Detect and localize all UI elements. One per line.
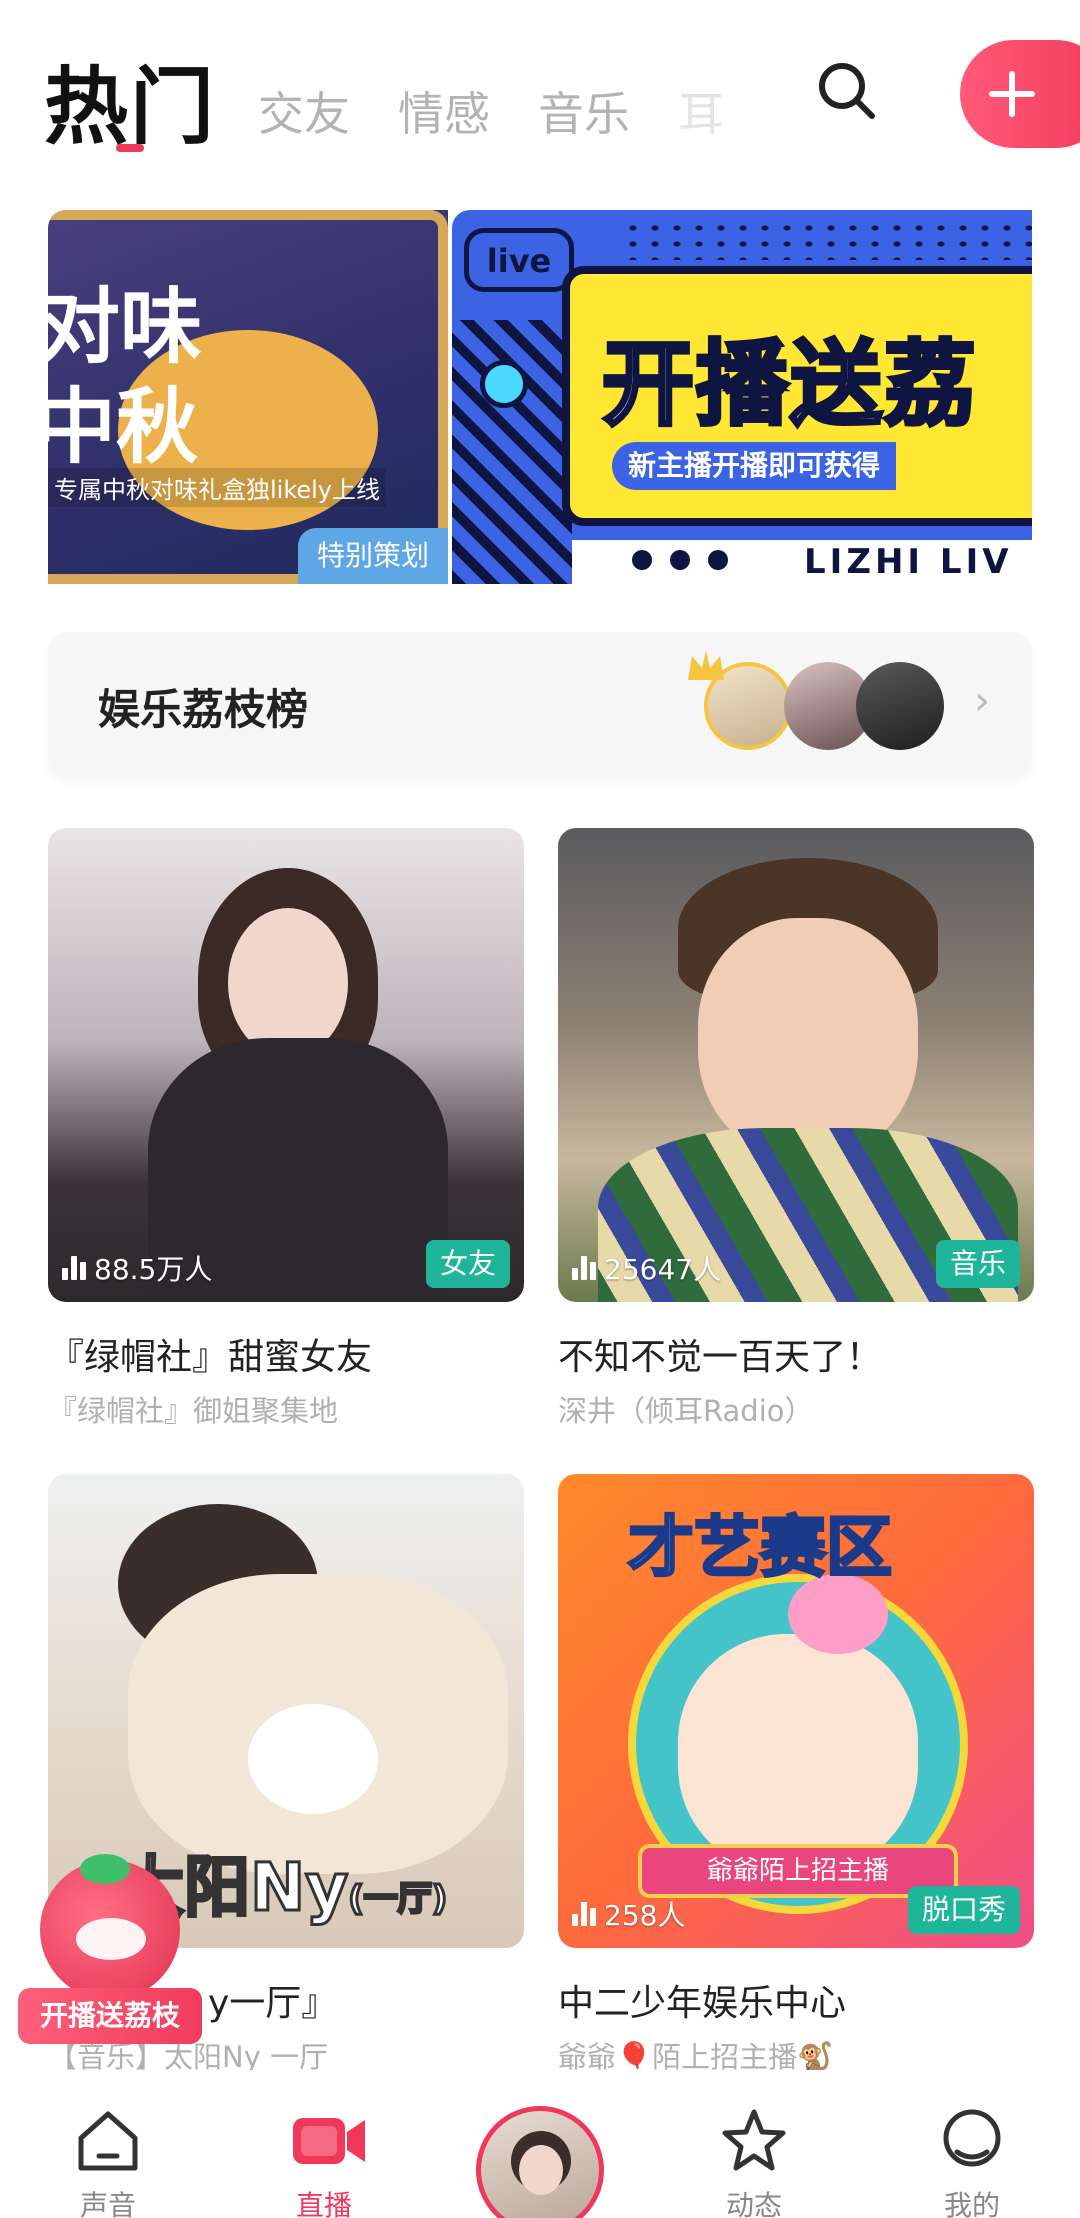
plus-icon [989,71,1035,117]
face-shape [228,908,348,1058]
nav-label: 我的 [943,2189,1000,2218]
tab-music[interactable]: 音乐 [538,78,630,144]
chevron-right-icon: › [974,678,990,724]
active-tab-indicator [116,144,144,152]
room-title: 不知不觉一百天了！ [558,1337,883,1378]
signal-bars-icon [572,1902,596,1926]
avatar[interactable] [856,662,944,750]
nav-label: 直播 [295,2189,352,2218]
nav-dynamic[interactable]: 动态 [684,2070,824,2218]
banner-right-subtitle: 新主播开播即可获得 [612,442,897,490]
nav-mine[interactable]: 我的 [902,2070,1042,2218]
start-live-float-button[interactable]: 开播送荔枝 [18,1854,202,2050]
bottom-navigation: 声音 直播 动态 我的 [0,2070,1080,2218]
nav-live[interactable]: 直播 [254,2070,394,2218]
tab-more[interactable]: 耳 [678,78,724,144]
viewer-count: 25647人 [572,1248,721,1288]
banner-right-title: 开播送荔 [600,329,979,440]
signal-bars-icon [62,1256,86,1280]
category-tag: 女友 [425,1240,510,1288]
search-icon[interactable] [812,56,882,126]
dot-pattern [622,220,1032,260]
room-cover-image[interactable]: 25647人 音乐 [558,828,1034,1302]
room-title: 中二少年娱乐中心 [558,1983,847,2024]
brand-text: LIZHI LIV [804,542,1013,582]
star-icon [722,2109,786,2171]
banner-left-subtitle: 专属中秋对味礼盒独likely上线 [48,468,387,507]
tab-friends[interactable]: 交友 [258,78,350,144]
face-shape [698,918,918,1158]
room-title: 『绿帽社』甜蜜女友 [48,1337,373,1378]
banner-bottom-strip: LIZHI LIV [572,540,1032,584]
room-cover-image[interactable]: 88.5万人 女友 [48,828,524,1302]
room-title: y一厅』 [208,1983,338,2024]
tab-hot[interactable]: 热门 [44,40,216,161]
nav-sound[interactable]: 声音 [38,2070,178,2218]
banner-carousel[interactable]: 对味 中秋 专属中秋对味礼盒独likely上线 特别策划 live 开播送荔 新… [48,210,1032,584]
special-badge: 特别策划 [298,528,448,584]
category-tag: 脱口秀 [907,1886,1020,1934]
room-cover-image[interactable]: 才艺赛区 爺爺陌上招主播 258人 脱口秀 [558,1474,1034,1948]
float-label: 开播送荔枝 [18,1988,202,2044]
top-header: 热门 交友 情感 音乐 耳 [0,0,1080,180]
add-button[interactable] [960,40,1080,148]
banner-left-title-2: 中秋 [48,380,199,475]
category-tag: 音乐 [935,1240,1020,1288]
cover-overlay-text: 才艺赛区 [627,1508,894,1588]
circle-decoration [480,360,528,408]
center-avatar-button[interactable] [476,2106,604,2218]
banner-slide-live[interactable]: live 开播送荔 新主播开播即可获得 LIZHI LIV [452,210,1032,584]
ranking-title: 娱乐荔枝榜 [98,685,309,734]
room-subtitle: 『绿帽社』御姐聚集地 [48,1394,339,1428]
leaf-icon [80,1854,130,1884]
live-label: live [464,228,574,292]
cartoon-face [678,1634,918,1874]
profile-icon [943,2109,1001,2167]
nav-label: 声音 [79,2189,136,2218]
crown-icon [688,650,724,680]
home-icon [78,2111,138,2171]
avatar-face [519,2145,563,2195]
room-subtitle: 深井（倾耳Radio） [558,1394,814,1428]
viewer-count: 258人 [572,1894,685,1934]
nav-label: 动态 [725,2189,782,2218]
banner-slide-mid-autumn[interactable]: 对味 中秋 专属中秋对味礼盒独likely上线 特别策划 [48,210,448,584]
stripe-pattern [452,320,572,584]
cat-shape [248,1704,378,1814]
ranking-card[interactable]: 娱乐荔枝榜 › [48,632,1032,778]
three-dots-decoration [632,550,746,574]
tab-emotion[interactable]: 情感 [398,78,490,144]
video-camera-icon [293,2118,365,2164]
mascot-face [76,1918,146,1960]
viewer-count: 88.5万人 [62,1248,212,1288]
signal-bars-icon [572,1256,596,1280]
